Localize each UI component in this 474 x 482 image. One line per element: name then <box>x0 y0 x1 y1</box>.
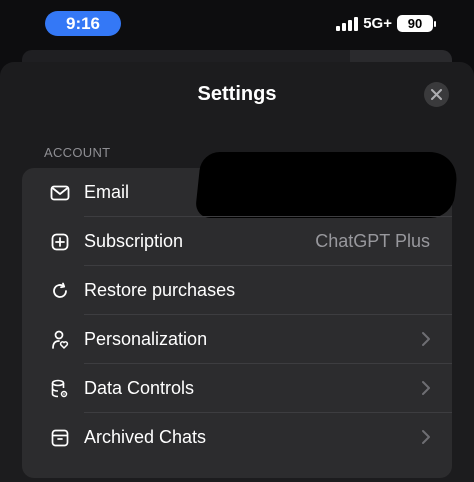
battery-icon: 90 <box>397 15 436 32</box>
status-indicators: 5G+ 90 <box>336 15 436 32</box>
archive-icon <box>49 427 71 449</box>
row-label: Restore purchases <box>84 280 236 300</box>
row-label: Email <box>84 182 130 202</box>
row-email[interactable]: Email <box>22 152 460 218</box>
account-group: Email Subscription ChatGPT Plus Restore … <box>22 152 460 478</box>
close-icon <box>431 89 442 100</box>
battery-level: 90 <box>397 15 433 32</box>
row-label: Archived Chats <box>84 427 207 447</box>
section-label-account: ACCOUNT <box>44 145 111 160</box>
status-time[interactable]: 9:16 <box>45 11 121 36</box>
redaction-mark <box>194 152 460 218</box>
row-subscription[interactable]: Subscription ChatGPT Plus <box>22 217 452 266</box>
chevron-right-icon <box>422 381 430 395</box>
status-bar: 9:16 5G+ 90 <box>0 0 474 48</box>
page-title: Settings <box>197 83 277 105</box>
battery-cap <box>434 20 436 27</box>
row-restore-purchases[interactable]: Restore purchases <box>22 266 452 315</box>
close-button[interactable] <box>424 82 449 107</box>
refresh-icon <box>49 280 71 302</box>
row-label: Data Controls <box>84 378 195 398</box>
network-type: 5G+ <box>363 15 392 32</box>
settings-sheet: Settings ACCOUNT Email Subscription Chat… <box>0 62 474 482</box>
mail-icon <box>49 182 71 204</box>
chevron-right-icon <box>422 332 430 346</box>
person-heart-icon <box>49 329 71 351</box>
subscription-value: ChatGPT Plus <box>315 231 430 251</box>
row-label: Subscription <box>84 231 184 251</box>
row-archived-chats[interactable]: Archived Chats <box>22 413 452 462</box>
row-data-controls[interactable]: Data Controls <box>22 364 452 413</box>
plus-square-icon <box>49 231 71 253</box>
database-gear-icon <box>49 378 71 400</box>
chevron-right-icon <box>422 430 430 444</box>
row-personalization[interactable]: Personalization <box>22 315 452 364</box>
cellular-signal-icon <box>336 16 359 31</box>
row-label: Personalization <box>84 329 208 349</box>
